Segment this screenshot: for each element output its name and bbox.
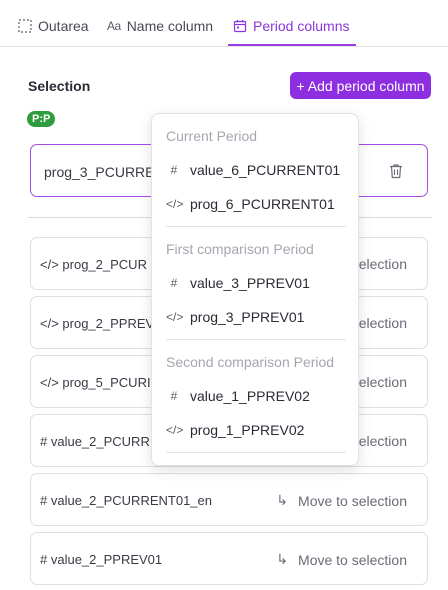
- tab-name-column[interactable]: Aa Name column: [107, 18, 213, 46]
- dropdown-item[interactable]: </> prog_3_PPREV01: [166, 309, 304, 325]
- selection-title: Selection: [28, 78, 91, 94]
- hash-icon: #: [170, 389, 178, 403]
- calendar-icon: [233, 20, 247, 33]
- move-to-selection-button[interactable]: selection: [352, 315, 407, 331]
- active-tab-indicator: [228, 44, 356, 46]
- move-label: Move to selection: [298, 551, 407, 568]
- move-label: selection: [351, 315, 407, 331]
- dropdown-separator: [166, 339, 346, 340]
- dropdown-item[interactable]: </> prog_1_PPREV02: [166, 422, 304, 438]
- return-arrow-icon: ↳: [276, 492, 289, 508]
- move-label: selection: [351, 374, 407, 390]
- tab-bar: Outarea Aa Name column Period columns: [0, 0, 448, 47]
- list-item-label: </> prog_2_PPREV: [40, 316, 155, 331]
- tab-period-columns[interactable]: Period columns: [233, 18, 350, 46]
- move-label: selection: [351, 256, 407, 272]
- period-column-dropdown: Current Period # value_6_PCURRENT01 </> …: [151, 113, 359, 466]
- text-aa-icon: Aa: [107, 19, 121, 33]
- dropdown-separator: [166, 452, 346, 453]
- selected-column-label: prog_3_PCURRE: [44, 164, 155, 180]
- code-icon: </>: [166, 197, 184, 211]
- code-icon: </>: [166, 310, 184, 324]
- list-item[interactable]: # value_2_PCURRENT01_en ↳ Move to select…: [30, 473, 428, 526]
- dropdown-separator: [166, 226, 346, 227]
- move-to-selection-button[interactable]: ↳ Move to selection: [276, 492, 407, 509]
- move-to-selection-button[interactable]: selection: [352, 256, 407, 272]
- dropdown-item[interactable]: # value_3_PPREV01: [166, 275, 310, 291]
- code-icon: </>: [166, 423, 184, 437]
- move-to-selection-button[interactable]: selection: [352, 433, 407, 449]
- tab-label: Period columns: [253, 18, 350, 34]
- dropdown-item[interactable]: # value_6_PCURRENT01: [166, 162, 341, 178]
- dropdown-item-label: value_3_PPREV01: [190, 275, 310, 291]
- move-to-selection-button[interactable]: selection: [352, 374, 407, 390]
- trash-icon[interactable]: [389, 163, 403, 179]
- dropdown-item-label: value_1_PPREV02: [190, 388, 310, 404]
- list-item-label: # value_2_PPREV01: [40, 552, 163, 567]
- move-label: selection: [351, 433, 407, 449]
- dropdown-item[interactable]: # value_1_PPREV02: [166, 388, 310, 404]
- move-to-selection-button[interactable]: ↳ Move to selection: [276, 551, 407, 568]
- tab-label: Outarea: [38, 18, 89, 34]
- hash-icon: #: [170, 276, 178, 290]
- dropdown-item-label: prog_3_PPREV01: [190, 309, 305, 325]
- dropdown-item-label: prog_6_PCURRENT01: [190, 196, 335, 212]
- return-arrow-icon: ↳: [276, 551, 289, 567]
- dropdown-item-label: value_6_PCURRENT01: [190, 162, 341, 178]
- list-item[interactable]: # value_2_PPREV01 ↳ Move to selection: [30, 532, 428, 585]
- list-item-label: # value_2_PCURRI: [40, 434, 154, 449]
- list-item-label: # value_2_PCURRENT01_en: [40, 493, 212, 508]
- dropdown-group-heading: First comparison Period: [166, 241, 314, 257]
- tab-label: Name column: [126, 18, 214, 34]
- tab-outarea[interactable]: Outarea: [18, 18, 89, 46]
- dashed-square-icon: [18, 19, 32, 33]
- dropdown-item-label: prog_1_PPREV02: [190, 422, 305, 438]
- hash-icon: #: [170, 163, 178, 177]
- move-label: Move to selection: [298, 492, 407, 509]
- add-period-column-button[interactable]: + Add period column: [290, 72, 431, 99]
- dropdown-group-heading: Second comparison Period: [166, 354, 335, 370]
- list-item-label: </> prog_2_PCUR: [40, 257, 147, 272]
- period-badge: P:P: [27, 111, 56, 127]
- dropdown-item[interactable]: </> prog_6_PCURRENT01: [166, 196, 335, 212]
- list-item-label: </> prog_5_PCURI: [40, 375, 151, 390]
- dropdown-group-heading: Current Period: [166, 128, 258, 144]
